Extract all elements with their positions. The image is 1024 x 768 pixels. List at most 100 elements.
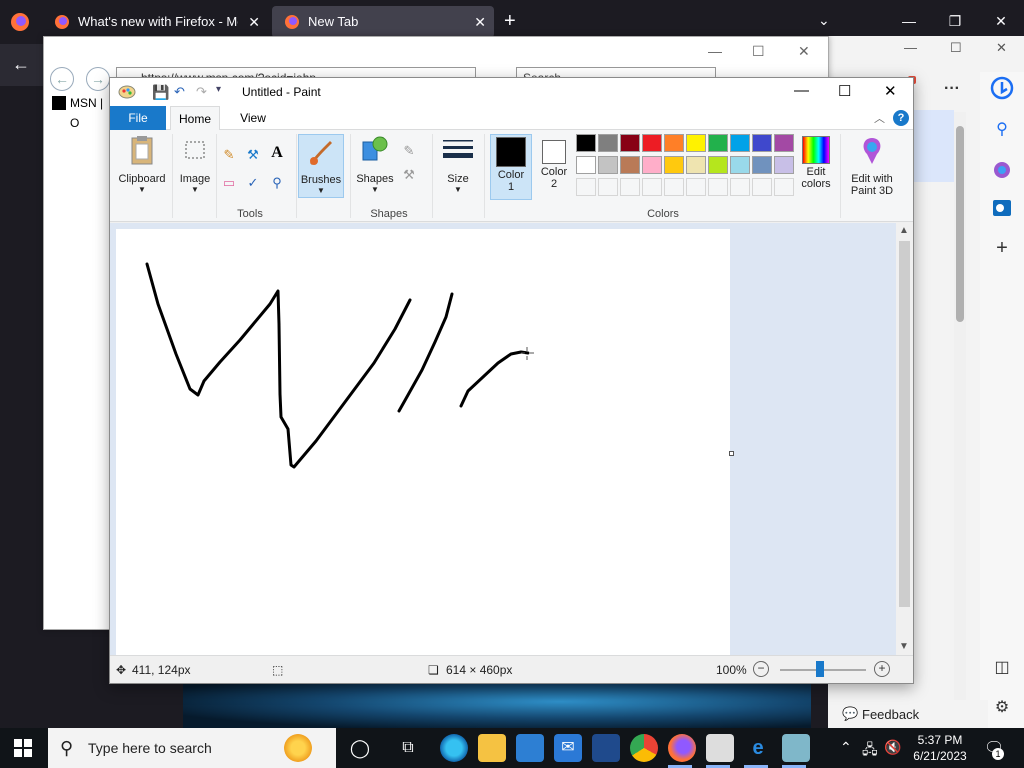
palette-swatch[interactable] <box>752 134 772 152</box>
palette-swatch[interactable] <box>730 134 750 152</box>
store-icon[interactable] <box>516 734 544 762</box>
ie-tab-msn[interactable]: MSN | O <box>48 93 108 130</box>
close-button[interactable]: ✕ <box>798 43 810 60</box>
network-icon[interactable]: 🖧 <box>862 739 878 763</box>
close-button[interactable]: ✕ <box>988 8 1014 34</box>
palette-swatch[interactable] <box>598 134 618 152</box>
edit-with-paint3d-button[interactable]: Edit with Paint 3D <box>844 134 900 197</box>
new-tab-button[interactable]: + <box>504 10 516 32</box>
maximize-button[interactable]: ❐ <box>942 8 968 34</box>
tab-whats-new[interactable]: What's new with Firefox - More ✕ <box>42 6 268 38</box>
image-button[interactable]: Image ▼ <box>176 134 214 194</box>
palette-swatch[interactable] <box>708 156 728 174</box>
back-button[interactable]: ← <box>50 67 74 91</box>
firefox-icon[interactable] <box>10 12 30 32</box>
save-icon[interactable]: 💾 <box>152 84 169 101</box>
pencil-icon[interactable]: ✎ <box>220 146 238 164</box>
show-hidden-icons[interactable]: ⌃ <box>840 739 852 756</box>
zoom-in-button[interactable]: + <box>874 661 890 677</box>
more-options-button[interactable]: ··· <box>944 80 960 98</box>
forward-button[interactable]: → <box>86 67 110 91</box>
close-tab-icon[interactable]: ✕ <box>248 6 260 38</box>
vertical-scrollbar[interactable]: ▲ ▼ <box>896 223 913 655</box>
photos-icon[interactable] <box>592 734 620 762</box>
palette-swatch[interactable] <box>620 156 640 174</box>
volume-muted-icon[interactable]: 🔇 <box>884 739 901 756</box>
maximize-button[interactable]: ☐ <box>752 43 765 60</box>
scrollbar-thumb[interactable] <box>956 126 964 322</box>
magnifier-icon[interactable]: ⚲ <box>268 174 286 192</box>
palette-swatch[interactable] <box>686 156 706 174</box>
palette-swatch[interactable] <box>730 156 750 174</box>
palette-swatch[interactable] <box>642 156 662 174</box>
custom-color-slot[interactable] <box>708 178 728 196</box>
palette-swatch[interactable] <box>686 134 706 152</box>
clipboard-button[interactable]: Clipboard ▼ <box>116 134 168 194</box>
palette-swatch[interactable] <box>664 156 684 174</box>
firefox-taskbar-icon[interactable] <box>668 734 696 762</box>
palette-swatch[interactable] <box>576 134 596 152</box>
windows-start-icon[interactable] <box>14 739 32 757</box>
canvas-resize-handle[interactable] <box>729 451 734 456</box>
settings-icon[interactable]: ⚙ <box>990 696 1014 720</box>
tab-home[interactable]: Home <box>170 106 220 130</box>
redo-icon[interactable]: ↷ <box>196 84 207 100</box>
palette-swatch[interactable] <box>752 156 772 174</box>
shapes-button[interactable]: Shapes ▼ <box>354 134 396 194</box>
minimize-button[interactable]: — <box>794 82 809 99</box>
outline-icon[interactable]: ✎ <box>400 142 418 160</box>
undo-icon[interactable]: ↶ <box>174 84 185 100</box>
scrollbar[interactable] <box>954 112 966 712</box>
collapse-ribbon-icon[interactable]: ︿ <box>874 110 885 126</box>
customize-qat-icon[interactable]: ▾ <box>216 84 221 95</box>
palette-swatch[interactable] <box>708 134 728 152</box>
tab-new-tab[interactable]: New Tab ✕ <box>272 6 494 38</box>
shape-fill-icon[interactable]: ⚒ <box>400 166 418 184</box>
tab-view[interactable]: View <box>228 106 278 130</box>
back-button[interactable]: ← <box>12 54 30 75</box>
task-view-icon[interactable]: ⧉ <box>394 734 422 762</box>
custom-color-slot[interactable] <box>686 178 706 196</box>
shopping-icon[interactable] <box>990 158 1014 182</box>
add-icon[interactable]: + <box>990 236 1014 260</box>
close-tab-icon[interactable]: ✕ <box>474 6 486 38</box>
palette-swatch[interactable] <box>664 134 684 152</box>
custom-color-slot[interactable] <box>664 178 684 196</box>
bing-chat-icon[interactable] <box>990 76 1014 100</box>
maximize-button[interactable]: ☐ <box>950 40 962 56</box>
feedback-button[interactable]: Feedback <box>862 707 919 722</box>
custom-color-slot[interactable] <box>598 178 618 196</box>
custom-color-slot[interactable] <box>752 178 772 196</box>
color1-button[interactable]: Color 1 <box>490 134 532 200</box>
taskbar-search[interactable]: ⚲ Type here to search <box>48 728 336 768</box>
chrome-icon[interactable] <box>630 734 658 762</box>
edge-icon[interactable] <box>440 734 468 762</box>
zoom-out-button[interactable]: − <box>753 661 769 677</box>
close-button[interactable]: ✕ <box>996 40 1007 56</box>
paint-app-icon[interactable] <box>118 84 136 100</box>
palette-swatch[interactable] <box>774 134 794 152</box>
scrollbar-thumb[interactable] <box>899 241 910 607</box>
size-button[interactable]: Size ▼ <box>438 134 478 194</box>
scroll-up-icon[interactable]: ▲ <box>899 225 909 236</box>
custom-color-slot[interactable] <box>642 178 662 196</box>
minimize-button[interactable]: — <box>708 43 722 59</box>
minimize-button[interactable]: — <box>904 40 917 55</box>
palette-swatch[interactable] <box>576 156 596 174</box>
scroll-down-icon[interactable]: ▼ <box>899 641 909 652</box>
mail-icon[interactable]: ✉ <box>554 734 582 762</box>
edit-colors-button[interactable]: Edit colors <box>796 134 836 190</box>
outlook-icon[interactable] <box>990 196 1014 220</box>
palette-swatch[interactable] <box>642 134 662 152</box>
tab-file[interactable]: File <box>110 106 166 130</box>
palette-swatch[interactable] <box>620 134 640 152</box>
sidebar-toggle-icon[interactable]: ◫ <box>990 656 1014 680</box>
drawing-canvas[interactable] <box>116 229 730 657</box>
fill-icon[interactable]: ⚒ <box>244 146 262 164</box>
brushes-button[interactable]: Brushes ▼ <box>298 134 344 198</box>
file-explorer-icon[interactable] <box>478 734 506 762</box>
search-icon[interactable]: ⚲ <box>990 118 1014 142</box>
maximize-button[interactable]: ☐ <box>838 82 851 100</box>
color2-button[interactable]: Color 2 <box>534 134 574 200</box>
paint-taskbar-icon[interactable] <box>782 734 810 762</box>
